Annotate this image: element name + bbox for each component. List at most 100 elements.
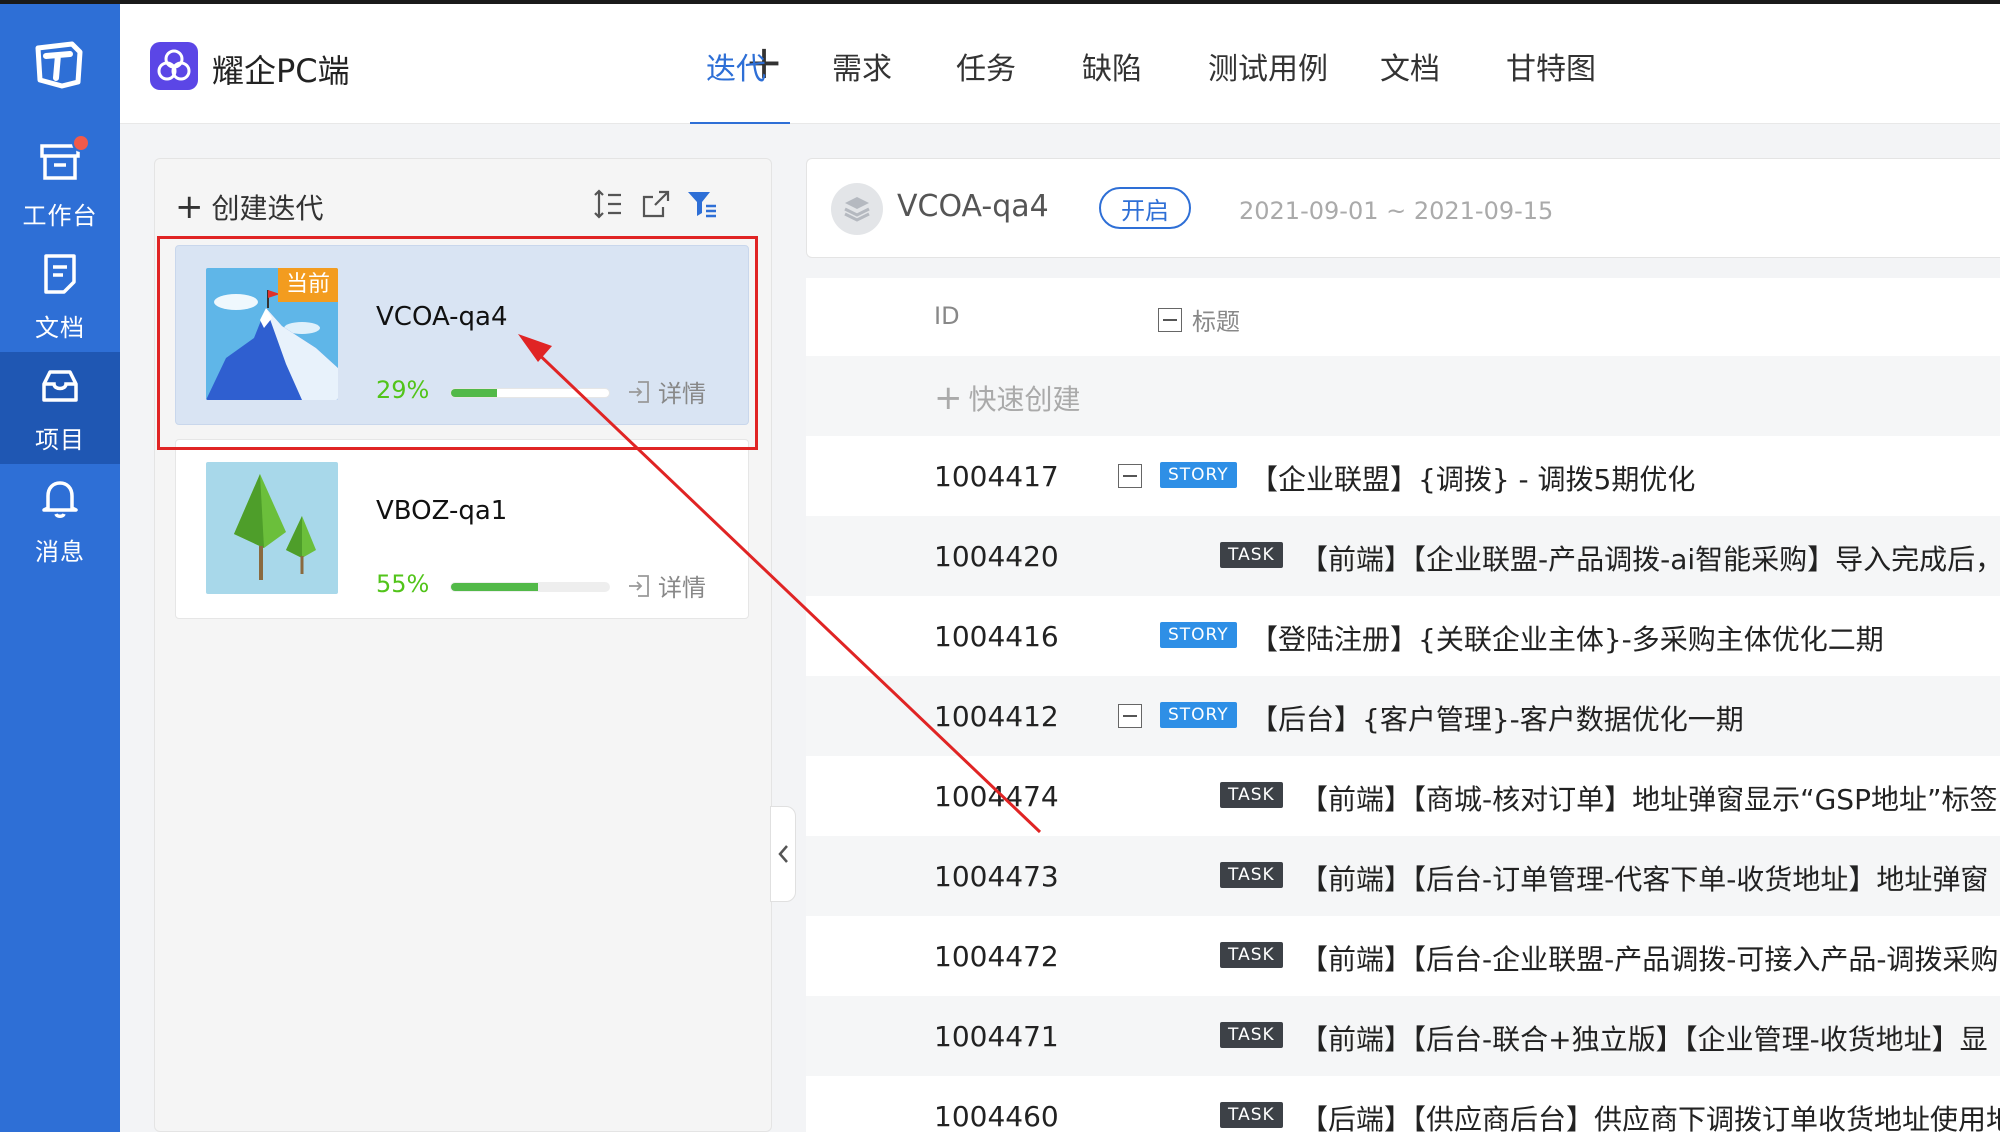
tab-tasks[interactable]: 任务	[956, 44, 1016, 88]
layers-icon	[831, 183, 883, 235]
create-iteration-label: 创建迭代	[211, 192, 324, 225]
row-id: 1004416	[934, 620, 1059, 653]
inbox-tray-icon	[36, 134, 90, 186]
left-rail: 工作台 文档 项目 消息	[0, 4, 120, 1132]
rail-label: 文档	[35, 314, 85, 342]
row-id: 1004460	[934, 1100, 1059, 1132]
table-row[interactable]: 1004472 TASK 【前端】【后台-企业联盟-产品调拨-可接入产品-调拨采…	[806, 916, 2000, 996]
rail-item-messages[interactable]: 消息	[0, 464, 120, 576]
row-id: 1004412	[934, 700, 1059, 733]
iteration-card-current[interactable]: 当前 VCOA-qa4 29% 详情	[175, 245, 749, 425]
row-id: 1004420	[934, 540, 1059, 573]
date-range: 2021-09-01 ~ 2021-09-15	[1239, 197, 1554, 225]
tab-docs[interactable]: 文档	[1380, 44, 1440, 88]
iteration-panel: + 创建迭代 当前 VCOA-qa4 29% 详情 VBOZ-qa1 55% 详…	[154, 158, 772, 1132]
row-id: 1004473	[934, 860, 1059, 893]
iteration-detail-link[interactable]: 详情	[626, 568, 706, 603]
story-tag: STORY	[1160, 462, 1237, 488]
document-icon	[36, 250, 84, 298]
enter-icon	[629, 574, 649, 597]
row-title[interactable]: 【前端】【后台-企业联盟-产品调拨-可接入产品-调拨采购	[1300, 938, 1998, 978]
project-title[interactable]: 耀企PC端	[212, 46, 350, 92]
collapse-row-icon[interactable]	[1118, 464, 1142, 488]
row-title[interactable]: 【前端】【后台-联合+独立版】【企业管理-收货地址】显	[1300, 1018, 1988, 1058]
column-header-title: 标题	[1158, 302, 1240, 337]
trees-thumbnail-image	[206, 462, 338, 594]
enter-icon	[629, 380, 649, 403]
rail-label: 项目	[35, 426, 85, 454]
table-row[interactable]: 1004420 TASK 【前端】【企业联盟-产品调拨-ai智能采购】导入完成后…	[806, 516, 2000, 596]
sort-icon[interactable]	[591, 187, 625, 221]
collapse-all-icon[interactable]	[1158, 307, 1182, 332]
table-row[interactable]: 1004460 TASK 【后端】【供应商后台】供应商下调拨订单收货地址使用地	[806, 1076, 2000, 1132]
progress-fill	[451, 583, 538, 591]
quick-create-button[interactable]: + 快速创建	[934, 378, 1081, 418]
row-title[interactable]: 【企业联盟】{调拨} - 调拨5期优化	[1250, 458, 1695, 498]
table-row[interactable]: 1004471 TASK 【前端】【后台-联合+独立版】【企业管理-收货地址】显	[806, 996, 2000, 1076]
iteration-title: VCOA-qa4	[897, 189, 1049, 224]
rail-item-docs[interactable]: 文档	[0, 240, 120, 352]
iteration-progress-percent: 29%	[376, 376, 430, 404]
iteration-progress-bar	[450, 388, 610, 398]
collapse-panel-button[interactable]	[770, 806, 796, 902]
row-title[interactable]: 【登陆注册】{关联企业主体}-多采购主体优化二期	[1250, 618, 1884, 658]
iteration-header: VCOA-qa4 开启 2021-09-01 ~ 2021-09-15	[806, 158, 2000, 258]
brand-logo-icon	[150, 42, 198, 90]
row-title[interactable]: 【前端】【企业联盟-产品调拨-ai智能采购】导入完成后，	[1300, 538, 2000, 578]
row-title[interactable]: 【后端】【供应商后台】供应商下调拨订单收货地址使用地	[1300, 1098, 2000, 1132]
task-tag: TASK	[1220, 862, 1283, 888]
task-tag: TASK	[1220, 942, 1283, 968]
collapse-row-icon[interactable]	[1118, 704, 1142, 728]
iteration-name: VBOZ-qa1	[376, 496, 508, 526]
column-title-label: 标题	[1192, 308, 1240, 336]
mountain-thumbnail-image: 当前	[206, 268, 338, 400]
filter-icon[interactable]	[685, 187, 719, 221]
table-row[interactable]: 1004417 STORY 【企业联盟】{调拨} - 调拨5期优化	[806, 436, 2000, 516]
row-title[interactable]: 【前端】【后台-订单管理-代客下单-收货地址】地址弹窗	[1300, 858, 1988, 898]
iteration-name: VCOA-qa4	[376, 302, 508, 332]
column-header-id: ID	[934, 302, 960, 330]
rail-label: 工作台	[22, 202, 98, 230]
iteration-detail-link[interactable]: 详情	[626, 374, 706, 409]
tab-iterations[interactable]: 迭代	[706, 44, 766, 88]
row-title[interactable]: 【前端】【商城-核对订单】地址弹窗显示“GSP地址”标签	[1300, 778, 1997, 818]
story-tag: STORY	[1160, 622, 1237, 648]
progress-fill	[451, 389, 497, 397]
iteration-card[interactable]: VBOZ-qa1 55% 详情	[175, 439, 749, 619]
current-badge: 当前	[277, 268, 338, 302]
project-box-icon	[36, 362, 84, 410]
row-id: 1004472	[934, 940, 1059, 973]
chevron-left-icon	[778, 845, 788, 863]
create-iteration-button[interactable]: + 创建迭代	[175, 187, 324, 227]
table-row[interactable]: 1004412 STORY 【后台】{客户管理}-客户数据优化一期	[806, 676, 2000, 756]
app-logo-icon[interactable]	[32, 38, 86, 92]
row-id: 1004471	[934, 1020, 1059, 1053]
table-row[interactable]: 1004474 TASK 【前端】【商城-核对订单】地址弹窗显示“GSP地址”标…	[806, 756, 2000, 836]
tab-requirements[interactable]: 需求	[832, 44, 892, 88]
row-id: 1004417	[934, 460, 1059, 493]
tab-defects[interactable]: 缺陷	[1082, 44, 1142, 88]
rail-item-projects[interactable]: 项目	[0, 352, 120, 464]
work-item-table: ID 标题 + 快速创建 1004417 STORY 【企业联盟】{调拨} - …	[806, 278, 2000, 1132]
row-title[interactable]: 【后台】{客户管理}-客户数据优化一期	[1250, 698, 1744, 738]
top-header: 耀企PC端 + 迭代 需求 任务 缺陷 测试用例 文档 甘特图	[120, 4, 2000, 126]
iteration-progress-percent: 55%	[376, 570, 430, 598]
detail-label: 详情	[658, 574, 706, 602]
tab-gantt[interactable]: 甘特图	[1506, 44, 1596, 88]
tab-test-cases[interactable]: 测试用例	[1208, 44, 1328, 88]
story-tag: STORY	[1160, 702, 1237, 728]
plus-icon: +	[175, 187, 204, 227]
export-icon[interactable]	[639, 187, 673, 221]
table-header: ID 标题	[806, 278, 2000, 356]
rail-label: 消息	[35, 538, 85, 566]
status-badge[interactable]: 开启	[1099, 187, 1191, 229]
notification-dot	[72, 134, 90, 152]
detail-label: 详情	[658, 380, 706, 408]
task-tag: TASK	[1220, 782, 1283, 808]
row-id: 1004474	[934, 780, 1059, 813]
rail-item-workbench[interactable]: 工作台	[0, 128, 120, 240]
task-tag: TASK	[1220, 542, 1283, 568]
quick-create-label: 快速创建	[968, 383, 1081, 416]
table-row[interactable]: 1004416 STORY 【登陆注册】{关联企业主体}-多采购主体优化二期	[806, 596, 2000, 676]
table-row[interactable]: 1004473 TASK 【前端】【后台-订单管理-代客下单-收货地址】地址弹窗	[806, 836, 2000, 916]
